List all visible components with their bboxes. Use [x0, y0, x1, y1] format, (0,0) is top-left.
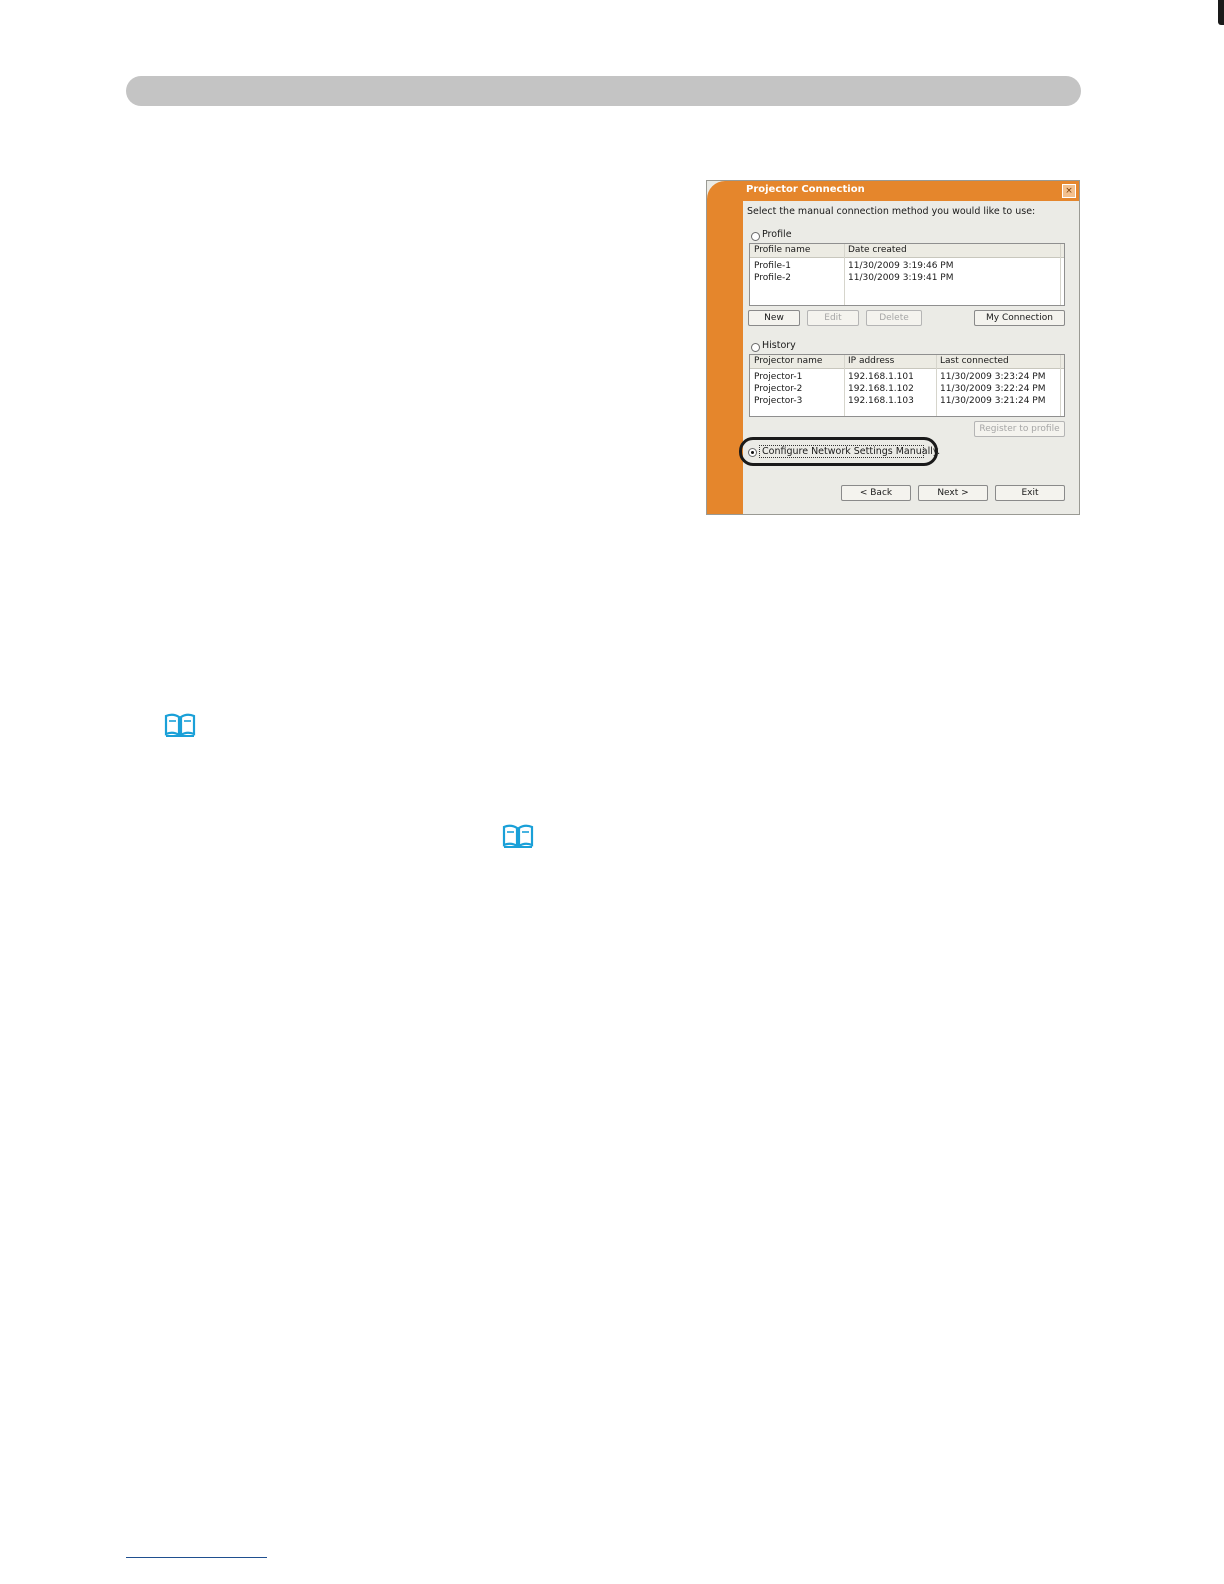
column-divider	[1060, 244, 1061, 305]
exit-button[interactable]: Exit	[995, 485, 1065, 501]
date-created-cell: 11/30/2009 3:19:46 PM	[848, 261, 954, 271]
dialog-prompt: Select the manual connection method you …	[747, 206, 1036, 217]
book-icon[interactable]	[502, 824, 534, 848]
profile-radio[interactable]	[751, 232, 760, 241]
section-header-band	[126, 76, 1081, 106]
column-header-ip-address[interactable]: IP address	[848, 356, 894, 366]
column-divider	[936, 355, 937, 416]
next-button[interactable]: Next >	[918, 485, 988, 501]
profile-name-cell: Profile-1	[754, 261, 791, 271]
delete-button[interactable]: Delete	[866, 310, 922, 326]
dialog-title-bar: Projector Connection ×	[743, 181, 1079, 201]
history-label: History	[762, 340, 796, 351]
projector-name-cell: Projector-1	[754, 372, 803, 382]
last-connected-cell: 11/30/2009 3:23:24 PM	[940, 372, 1046, 382]
column-divider	[844, 355, 845, 416]
ip-address-cell: 192.168.1.101	[848, 372, 914, 382]
last-connected-cell: 11/30/2009 3:22:24 PM	[940, 384, 1046, 394]
new-button[interactable]: New	[748, 310, 800, 326]
column-divider	[844, 244, 845, 305]
callout-highlight-ring	[739, 437, 938, 466]
footer-link-underline	[126, 1557, 267, 1558]
column-header-profile-name[interactable]: Profile name	[754, 245, 810, 255]
my-connection-button[interactable]: My Connection	[974, 310, 1065, 326]
dialog-side-bar	[707, 181, 743, 514]
projector-name-cell: Projector-3	[754, 396, 803, 406]
book-icon[interactable]	[164, 713, 196, 737]
ip-address-cell: 192.168.1.102	[848, 384, 914, 394]
history-list-header: Projector name IP address Last connected	[750, 355, 1064, 369]
dialog-title: Projector Connection	[746, 184, 865, 195]
edit-button[interactable]: Edit	[807, 310, 859, 326]
register-to-profile-button[interactable]: Register to profile	[974, 421, 1065, 437]
column-header-date-created[interactable]: Date created	[848, 245, 907, 255]
column-divider	[1060, 355, 1061, 416]
last-connected-cell: 11/30/2009 3:21:24 PM	[940, 396, 1046, 406]
projector-name-cell: Projector-2	[754, 384, 803, 394]
profile-list[interactable]: Profile name Date created Profile-1 11/3…	[749, 243, 1065, 306]
profile-list-header: Profile name Date created	[750, 244, 1064, 258]
ip-address-cell: 192.168.1.103	[848, 396, 914, 406]
profile-label: Profile	[762, 229, 792, 240]
back-button[interactable]: < Back	[841, 485, 911, 501]
profile-name-cell: Profile-2	[754, 273, 791, 283]
column-header-last-connected[interactable]: Last connected	[940, 356, 1009, 366]
close-icon[interactable]: ×	[1062, 184, 1076, 198]
history-radio[interactable]	[751, 343, 760, 352]
date-created-cell: 11/30/2009 3:19:41 PM	[848, 273, 954, 283]
page-edge-tab	[1218, 0, 1224, 25]
history-list[interactable]: Projector name IP address Last connected…	[749, 354, 1065, 417]
column-header-projector-name[interactable]: Projector name	[754, 356, 822, 366]
